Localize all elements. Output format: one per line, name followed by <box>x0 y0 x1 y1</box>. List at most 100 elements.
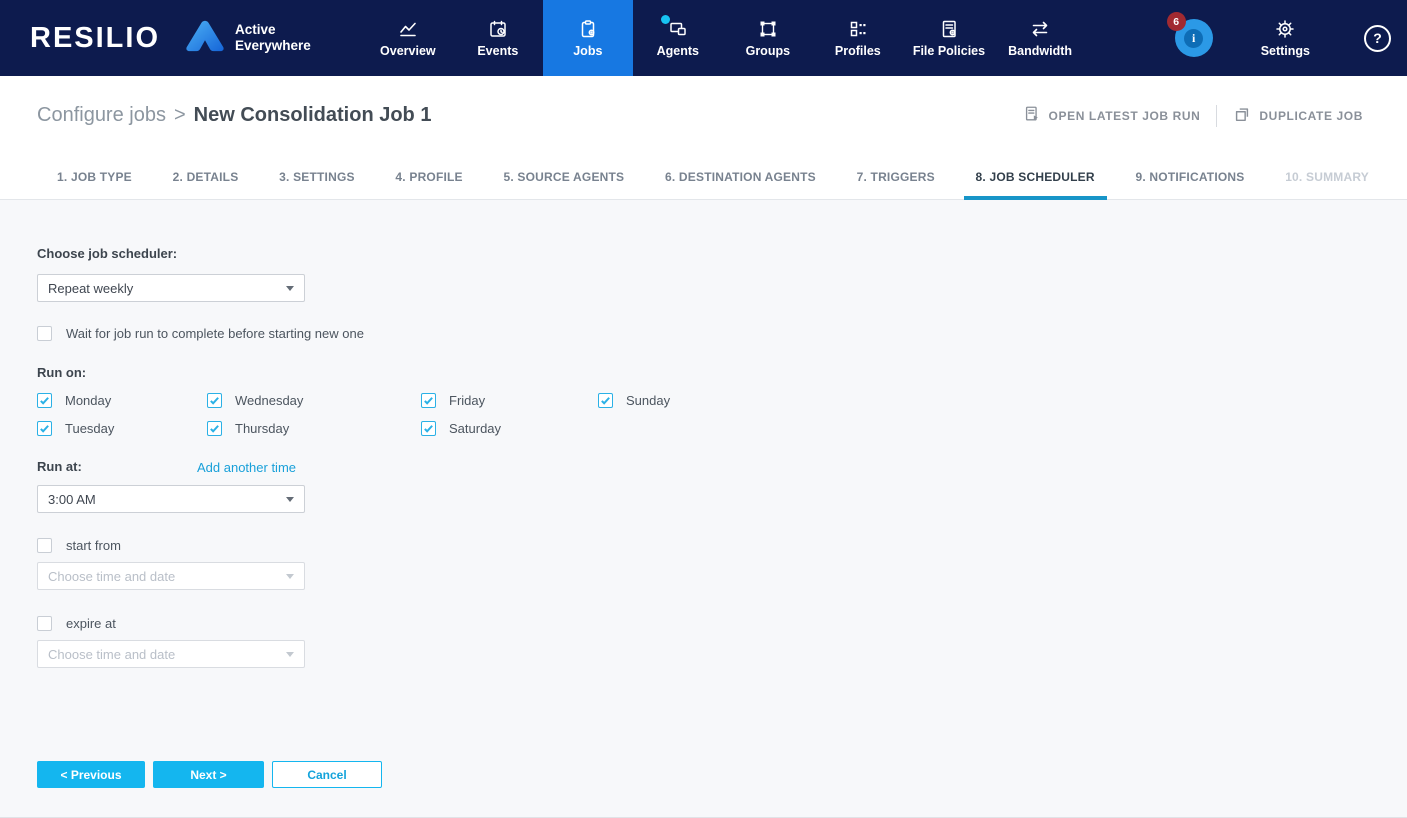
group-selection-icon <box>758 18 778 39</box>
tab-settings[interactable]: 3. SETTINGS <box>279 155 355 199</box>
line-chart-icon <box>398 18 418 39</box>
expire-at-datetime-select[interactable]: Choose time and date <box>37 640 305 668</box>
nav-label: Groups <box>745 44 791 58</box>
tab-details[interactable]: 2. DETAILS <box>173 155 239 199</box>
document-gear-icon <box>939 18 959 39</box>
day-option-thursday[interactable]: Thursday <box>207 421 421 436</box>
saturday-checkbox[interactable] <box>421 421 436 436</box>
tab-job-scheduler[interactable]: 8. JOB SCHEDULER <box>963 155 1108 200</box>
document-play-icon <box>1023 105 1041 126</box>
scheduler-select[interactable]: Repeat weekly <box>37 274 305 302</box>
product-name: Active Everywhere <box>235 22 311 53</box>
breadcrumb: Configure jobs > New Consolidation Job 1 <box>37 104 431 127</box>
tab-job-type[interactable]: 1. JOB TYPE <box>57 155 132 199</box>
run-at-select-value: 3:00 AM <box>48 491 96 507</box>
divider <box>1216 104 1218 127</box>
nav-label: Agents <box>656 44 700 58</box>
expire-at-checkbox[interactable] <box>37 615 52 631</box>
tab-destination-agents[interactable]: 6. DESTINATION AGENTS <box>665 155 816 199</box>
nav-item-agents[interactable]: Agents <box>633 0 723 76</box>
job-scheduler-form: Choose job scheduler: Repeat weekly Wait… <box>0 200 1407 818</box>
top-navigation-bar: RESILIO Active Everywhere Overview Event… <box>0 0 1407 76</box>
nav-label: Jobs <box>573 44 603 58</box>
notifications-button[interactable]: 6 i <box>1166 12 1213 57</box>
nav-label: Bandwidth <box>1008 44 1073 58</box>
day-option-sunday[interactable]: Sunday <box>598 393 1407 408</box>
wednesday-checkbox[interactable] <box>207 393 222 408</box>
page-header: Configure jobs > New Consolidation Job 1… <box>0 76 1407 155</box>
nav-item-jobs[interactable]: Jobs <box>542 0 633 76</box>
run-on-label: Run on: <box>37 365 87 380</box>
wizard-buttons: < Previous Next > Cancel <box>37 761 1407 788</box>
nav-label: Overview <box>380 44 436 58</box>
brand-text: RESILIO <box>30 21 161 54</box>
expire-at-placeholder: Choose time and date <box>48 646 176 662</box>
run-at-label: Run at: <box>37 459 82 474</box>
notification-badge: 6 <box>1166 12 1186 31</box>
nav-item-settings[interactable]: Settings <box>1261 18 1310 58</box>
help-icon[interactable]: ? <box>1364 24 1391 52</box>
nav-item-bandwidth[interactable]: Bandwidth <box>995 0 1085 76</box>
nav-label: Settings <box>1260 44 1310 58</box>
nav-item-overview[interactable]: Overview <box>363 0 453 76</box>
start-from-checkbox[interactable] <box>37 537 52 553</box>
nav-label: Profiles <box>834 44 881 58</box>
nav-item-events[interactable]: Events <box>453 0 543 76</box>
tab-source-agents[interactable]: 5. SOURCE AGENTS <box>503 155 624 199</box>
days-of-week: Monday Wednesday Friday Sunday Tuesday T… <box>37 393 1407 436</box>
active-everywhere-logo-icon <box>184 18 226 59</box>
nav-item-groups[interactable]: Groups <box>723 0 813 76</box>
wait-for-job-option[interactable]: Wait for job run to complete before star… <box>37 325 1407 341</box>
copy-icon <box>1233 105 1251 126</box>
chevron-down-icon <box>286 285 294 291</box>
chevron-down-icon <box>286 651 294 657</box>
cancel-button[interactable]: Cancel <box>272 761 382 788</box>
day-option-tuesday[interactable]: Tuesday <box>37 421 207 436</box>
transfer-arrows-icon <box>1030 18 1050 39</box>
nav-label: Events <box>477 44 519 58</box>
agents-status-dot <box>660 15 670 24</box>
friday-checkbox[interactable] <box>421 393 436 408</box>
day-option-wednesday[interactable]: Wednesday <box>207 393 421 408</box>
nav-item-profiles[interactable]: Profiles <box>813 0 903 76</box>
start-from-placeholder: Choose time and date <box>48 568 176 584</box>
day-option-friday[interactable]: Friday <box>421 393 598 408</box>
tab-triggers[interactable]: 7. TRIGGERS <box>857 155 935 199</box>
info-icon: i <box>1184 28 1204 48</box>
start-from-option[interactable]: start from <box>37 537 1407 553</box>
breadcrumb-separator: > <box>173 104 186 126</box>
previous-button[interactable]: < Previous <box>37 761 145 788</box>
clipboard-gear-icon <box>578 18 598 39</box>
duplicate-job-button[interactable]: DUPLICATE JOB <box>1233 105 1363 126</box>
breadcrumb-parent-link[interactable]: Configure jobs <box>37 104 166 127</box>
tuesday-checkbox[interactable] <box>37 421 52 436</box>
add-another-time-link[interactable]: Add another time <box>197 460 296 475</box>
sunday-checkbox[interactable] <box>598 393 613 408</box>
scheduler-select-value: Repeat weekly <box>48 280 134 296</box>
tab-notifications[interactable]: 9. NOTIFICATIONS <box>1135 155 1244 199</box>
resilio-logo[interactable]: RESILIO Active Everywhere <box>0 0 311 76</box>
day-option-monday[interactable]: Monday <box>37 393 207 408</box>
chevron-down-icon <box>286 496 294 502</box>
day-option-saturday[interactable]: Saturday <box>421 421 598 436</box>
gear-icon <box>1275 18 1295 39</box>
devices-icon <box>660 15 688 39</box>
main-nav: Overview Events Jobs Agents Groups Profi… <box>363 0 1085 76</box>
tab-summary[interactable]: 10. SUMMARY <box>1285 155 1369 199</box>
nav-label: File Policies <box>912 44 986 58</box>
tab-profile[interactable]: 4. PROFILE <box>395 155 462 199</box>
thursday-checkbox[interactable] <box>207 421 222 436</box>
expire-at-option[interactable]: expire at <box>37 615 1407 631</box>
profiles-grid-icon <box>848 18 868 39</box>
scheduler-label: Choose job scheduler: <box>37 246 178 261</box>
calendar-clock-icon <box>488 18 508 39</box>
nav-item-file-policies[interactable]: File Policies <box>903 0 995 76</box>
next-button[interactable]: Next > <box>153 761 264 788</box>
run-at-time-select[interactable]: 3:00 AM <box>37 485 305 513</box>
chevron-down-icon <box>286 573 294 579</box>
page-title: New Consolidation Job 1 <box>193 104 432 126</box>
monday-checkbox[interactable] <box>37 393 52 408</box>
start-from-datetime-select[interactable]: Choose time and date <box>37 562 305 590</box>
open-latest-job-run-button[interactable]: OPEN LATEST JOB RUN <box>1023 105 1201 126</box>
wait-for-job-checkbox[interactable] <box>37 325 52 341</box>
